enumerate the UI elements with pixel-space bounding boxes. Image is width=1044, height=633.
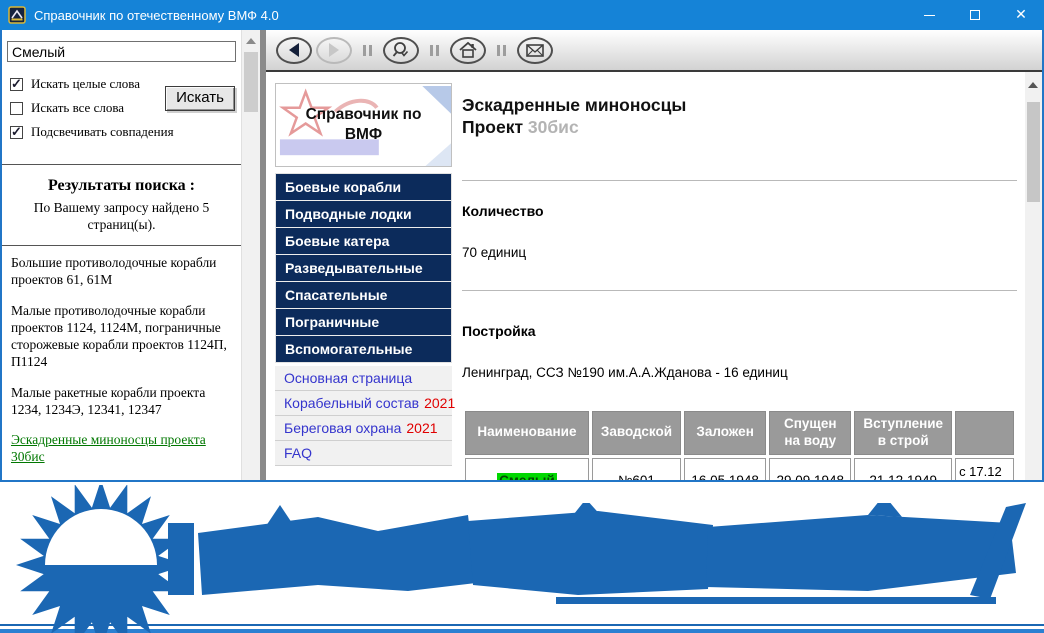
result-item[interactable]: Малые ракетные корабли проекта 1234, 123… (11, 384, 235, 419)
back-button[interactable] (276, 37, 312, 64)
nav-item-submarines[interactable]: Подводные лодки (276, 201, 451, 228)
option-all-words[interactable]: Искать все слова (10, 100, 124, 116)
build-label: Постройка (462, 323, 1017, 339)
site-logo-text-line2: ВМФ (276, 126, 451, 144)
home-icon (458, 41, 478, 59)
toolbar-separator (497, 45, 506, 56)
page-title: Эскадренные миноносцы (462, 94, 1017, 117)
nav-item-combat-boats[interactable]: Боевые катера (276, 228, 451, 255)
browser-toolbar (266, 30, 1042, 72)
close-icon: ✕ (1015, 8, 1027, 22)
toolbar-separator (363, 45, 372, 56)
col-commissioned: Вступление в строй (854, 411, 952, 455)
site-logo[interactable]: Справочник по ВМФ (275, 83, 452, 167)
table-header-row: Наименование Заводской Заложен Спущен на… (465, 411, 1014, 455)
nav-item-reconnaissance[interactable]: Разведывательные (276, 255, 451, 282)
nav-item-auxiliary[interactable]: Вспомогательные (276, 336, 451, 362)
results-list: Большие противолодочные корабли проектов… (11, 254, 235, 480)
option-whole-words[interactable]: Искать целые слова (10, 76, 140, 92)
col-yard: Заводской (592, 411, 681, 455)
ships-table: Наименование Заводской Заложен Спущен на… (462, 408, 1017, 480)
results-summary: По Вашему запросу найдено 5 страниц(ы). (8, 200, 235, 234)
search-check-icon (391, 41, 411, 59)
nav-item-combat-ships[interactable]: Боевые корабли (276, 174, 451, 201)
site-nav: Справочник по ВМФ Боевые корабли Подводн… (275, 83, 452, 466)
checkbox-whole-words[interactable] (10, 78, 23, 91)
search-page-button[interactable] (383, 37, 419, 64)
nav-categories: Боевые корабли Подводные лодки Боевые ка… (275, 173, 452, 363)
divider (2, 164, 241, 165)
col-launched: Спущен на воду (769, 411, 851, 455)
app-icon (8, 6, 26, 24)
col-name: Наименование (465, 411, 589, 455)
checkbox-all-words[interactable] (10, 102, 23, 115)
checkbox-highlight-matches[interactable] (10, 126, 23, 139)
toolbar-separator (430, 45, 439, 56)
page-viewport: Справочник по ВМФ Боевые корабли Подводн… (266, 72, 1025, 480)
project-number: 30бис (528, 117, 579, 137)
search-button[interactable]: Искать (165, 86, 235, 111)
nav-item-rescue[interactable]: Спасательные (276, 282, 451, 309)
nav-pages: Основная страница Корабельный состав2021… (275, 366, 452, 466)
col-notes (955, 411, 1014, 455)
forward-icon (329, 43, 339, 57)
result-item[interactable]: Большие противолодочные корабли проектов… (11, 254, 235, 289)
mail-icon (525, 42, 545, 58)
maximize-button[interactable] (952, 0, 998, 30)
app-frame: Искать целые слова Искать все слова Подс… (0, 30, 1044, 482)
results-title: Результаты поиска : (2, 177, 241, 195)
site-logo-text-line1: Справочник по (276, 106, 451, 124)
option-label: Искать целые слова (31, 76, 140, 92)
page-subtitle: Проект 30бис (462, 117, 1017, 138)
col-laid-down: Заложен (684, 411, 766, 455)
bottom-banner (0, 482, 1044, 633)
scroll-up-icon[interactable] (246, 38, 256, 44)
option-highlight-matches[interactable]: Подсвечивать совпадения (10, 124, 174, 140)
divider (2, 245, 241, 246)
divider (462, 290, 1017, 291)
browser-pane: Справочник по ВМФ Боевые корабли Подводн… (266, 30, 1042, 480)
table-row: Смелый №601 16.05.1948 29.09.1948 21.12.… (465, 458, 1014, 481)
scrollbar-thumb[interactable] (244, 52, 258, 112)
quantity-value: 70 единиц (462, 245, 1017, 260)
titlebar: Справочник по отечественному ВМФ 4.0 ✕ (0, 0, 1044, 30)
search-input[interactable] (7, 41, 236, 62)
nav-item-border[interactable]: Пограничные (276, 309, 451, 336)
nav-item-faq[interactable]: FAQ (275, 441, 452, 466)
year-badge: 2021 (406, 420, 437, 436)
option-label: Подсвечивать совпадения (31, 124, 174, 140)
quantity-label: Количество (462, 203, 1017, 219)
highlighted-match: Смелый (497, 473, 557, 480)
forward-button[interactable] (316, 37, 352, 64)
scrollbar-thumb[interactable] (1027, 102, 1040, 202)
page-scrollbar[interactable] (1025, 72, 1042, 480)
banner-wordmark-graphic (168, 503, 1034, 615)
nav-item-main-page[interactable]: Основная страница (275, 366, 452, 391)
close-button[interactable]: ✕ (998, 0, 1044, 30)
option-label: Искать все слова (31, 100, 124, 116)
scroll-up-icon[interactable] (1028, 82, 1038, 88)
minimize-icon (924, 15, 935, 16)
mail-button[interactable] (517, 37, 553, 64)
result-item[interactable]: Малые противолодочные корабли проектов 1… (11, 302, 235, 371)
back-icon (289, 43, 299, 57)
nav-item-fleet-roster[interactable]: Корабельный состав2021 (275, 391, 452, 416)
page-content-area: Справочник по ВМФ Боевые корабли Подводн… (266, 72, 1042, 480)
window-title: Справочник по отечественному ВМФ 4.0 (34, 8, 279, 23)
left-panel-scrollbar[interactable] (241, 30, 260, 480)
result-item[interactable]: Эскадренные миноносцы проектов 956, 956Э… (11, 479, 235, 480)
year-badge: 2021 (424, 395, 455, 411)
search-panel: Искать целые слова Искать все слова Подс… (2, 30, 241, 480)
build-value: Ленинград, ССЗ №190 им.А.А.Жданова - 16 … (462, 365, 1017, 380)
minimize-button[interactable] (906, 0, 952, 30)
result-item-active-link[interactable]: Эскадренные миноносцы проекта 30бис (11, 431, 235, 466)
nav-item-coast-guard[interactable]: Береговая охрана2021 (275, 416, 452, 441)
divider (462, 180, 1017, 181)
document: Эскадренные миноносцы Проект 30бис Колич… (462, 72, 1017, 480)
maximize-icon (970, 10, 980, 20)
home-button[interactable] (450, 37, 486, 64)
